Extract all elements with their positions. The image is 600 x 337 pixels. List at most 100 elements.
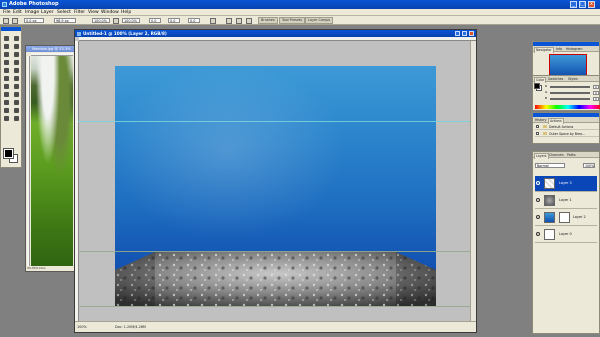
meadow-doc-size: Doc:	[39, 266, 47, 270]
tab-tool-presets[interactable]: Tool Presets	[279, 17, 306, 24]
brush-tool-icon[interactable]	[12, 59, 21, 66]
lasso-tool-icon[interactable]	[2, 43, 11, 50]
cancel-transform-icon[interactable]	[226, 17, 232, 24]
menu-window[interactable]: Window	[101, 10, 119, 15]
type-tool-icon[interactable]	[12, 91, 21, 98]
go-to-bridge-icon[interactable]	[246, 17, 252, 24]
tab-channels[interactable]: Channels	[548, 153, 565, 158]
opacity-field[interactable]: 100%	[583, 163, 595, 168]
doc-maximize-button[interactable]	[462, 31, 467, 36]
rotate-field[interactable]: 0.0	[149, 17, 161, 23]
green-slider[interactable]	[550, 92, 590, 94]
eyedropper-tool-icon[interactable]	[12, 107, 21, 114]
menu-layer[interactable]: Layer	[41, 10, 54, 15]
eye-icon[interactable]	[536, 198, 540, 202]
shape-tool-icon[interactable]	[12, 99, 21, 106]
slice-tool-icon[interactable]	[12, 51, 21, 58]
x-position-field[interactable]: 0.0 px	[24, 17, 44, 23]
clone-stamp-tool-icon[interactable]	[2, 67, 11, 74]
menu-view[interactable]: View	[88, 10, 99, 15]
menu-select[interactable]: Select	[57, 10, 71, 15]
tab-swatches[interactable]: Swatches	[547, 77, 564, 82]
action-set-row[interactable]: Default Actions	[535, 124, 599, 130]
dodge-tool-icon[interactable]	[12, 83, 21, 90]
menu-help[interactable]: Help	[121, 10, 131, 15]
main-document-titlebar[interactable]: Untitled-1 @ 100% (Layer 2, RGB/8)	[75, 30, 476, 37]
tab-paths[interactable]: Paths	[566, 153, 577, 158]
eye-icon[interactable]	[536, 232, 540, 236]
link-icon[interactable]	[113, 17, 119, 24]
blue-value[interactable]: 0	[593, 97, 599, 101]
tab-histogram[interactable]: Histogram	[565, 47, 584, 52]
guide-line-top[interactable]	[78, 121, 470, 122]
notes-tool-icon[interactable]	[2, 107, 11, 114]
crop-tool-icon[interactable]	[2, 51, 11, 58]
color-ramp[interactable]	[535, 105, 600, 109]
tab-styles[interactable]: Styles	[567, 77, 579, 82]
pen-tool-icon[interactable]	[2, 99, 11, 106]
tab-history[interactable]: History	[534, 118, 547, 123]
layer-name: Layer 3	[559, 181, 572, 185]
tab-layers[interactable]: Layers	[534, 153, 549, 159]
eraser-tool-icon[interactable]	[2, 75, 11, 82]
width-scale-field[interactable]: 100.0%	[92, 17, 110, 23]
warp-icon[interactable]	[210, 17, 216, 24]
close-button[interactable]: x	[588, 1, 595, 8]
layer-row[interactable]: Layer 2	[535, 210, 597, 226]
history-brush-tool-icon[interactable]	[12, 67, 21, 74]
menu-image[interactable]: Image	[25, 10, 39, 15]
action-set-row[interactable]: Outer Space by Brea...	[535, 131, 599, 137]
tab-brushes[interactable]: Brushes	[258, 17, 278, 24]
menu-filter[interactable]: Filter	[74, 10, 85, 15]
layer-row[interactable]: Layer 0	[535, 227, 597, 243]
h-skew-field[interactable]: 0.0	[168, 17, 180, 23]
marquee-tool-icon[interactable]	[12, 35, 21, 42]
tab-info[interactable]: Info	[555, 47, 563, 52]
gradient-tool-icon[interactable]	[12, 75, 21, 82]
blend-mode-select[interactable]: Normal	[535, 163, 565, 168]
guide-line-horizon[interactable]	[78, 251, 470, 252]
meadow-image	[31, 56, 73, 266]
maximize-button[interactable]: □	[579, 1, 586, 8]
action-toggle-checkbox[interactable]	[536, 125, 539, 128]
blue-slider[interactable]	[550, 98, 590, 100]
action-toggle-checkbox[interactable]	[536, 132, 539, 135]
foreground-color-swatch[interactable]	[3, 148, 14, 159]
reference-point-icon[interactable]	[12, 17, 18, 24]
red-value[interactable]: 0	[593, 85, 599, 89]
tool-preset-icon[interactable]	[3, 17, 9, 24]
layer-row[interactable]: Layer 3	[535, 176, 597, 192]
main-zoom-level[interactable]: 100%	[77, 325, 87, 329]
healing-brush-tool-icon[interactable]	[2, 59, 11, 66]
green-value[interactable]: 0	[593, 91, 599, 95]
y-position-field[interactable]: 98.9 px	[54, 17, 76, 23]
v-skew-field[interactable]: 0.0	[188, 17, 200, 23]
tab-navigator[interactable]: Navigator	[534, 47, 554, 53]
hand-tool-icon[interactable]	[2, 115, 11, 122]
eye-icon[interactable]	[536, 215, 540, 219]
zoom-tool-icon[interactable]	[12, 115, 21, 122]
path-selection-tool-icon[interactable]	[2, 91, 11, 98]
eye-icon[interactable]	[536, 181, 540, 185]
tab-layer-comps[interactable]: Layer Comps	[305, 17, 334, 24]
meadow-zoom-level[interactable]: 33.33%	[27, 266, 38, 270]
menu-edit[interactable]: Edit	[13, 10, 22, 15]
height-scale-field[interactable]: 100.0%	[122, 17, 140, 23]
doc-close-button[interactable]	[469, 31, 474, 36]
navigator-tabs: Navigator Info Histogram	[533, 46, 599, 53]
meadow-document-title[interactable]: Meadow.jpg @ 33.3%	[26, 46, 76, 52]
commit-transform-icon[interactable]	[236, 17, 242, 24]
move-tool-icon[interactable]	[2, 35, 11, 42]
guide-line-bottom[interactable]	[78, 306, 470, 307]
options-bar: 0.0 px 98.9 px 100.0% 100.0% 0.0 0.0 0.0…	[0, 16, 600, 25]
red-slider[interactable]	[550, 86, 590, 88]
minimize-button[interactable]: _	[570, 1, 577, 8]
meadow-document-window[interactable]: Meadow.jpg @ 33.3% 33.33% Doc:	[25, 45, 77, 272]
vertical-scrollbar[interactable]	[470, 41, 476, 322]
layer-row[interactable]: Layer 1	[535, 193, 597, 209]
color-fg-swatch[interactable]	[534, 83, 540, 89]
blur-tool-icon[interactable]	[2, 83, 11, 90]
doc-minimize-button[interactable]	[455, 31, 460, 36]
menu-file[interactable]: File	[3, 10, 11, 15]
magic-wand-tool-icon[interactable]	[12, 43, 21, 50]
